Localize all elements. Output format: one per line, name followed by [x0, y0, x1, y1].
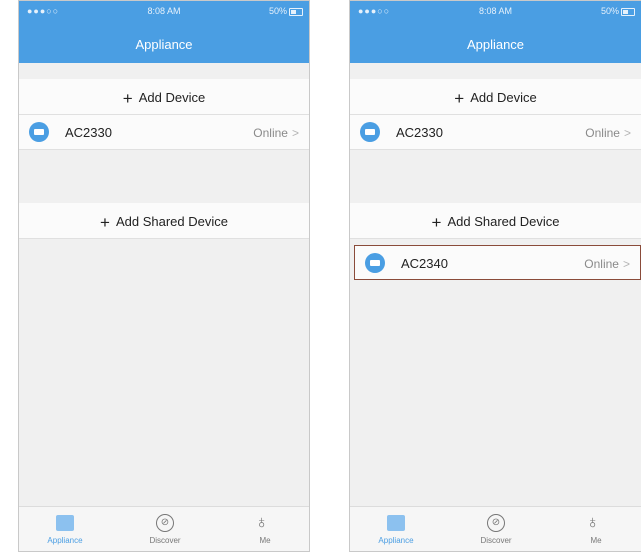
app-header: ●●●○○ 8:08 AM 50% Appliance: [350, 1, 641, 63]
chevron-right-icon: >: [623, 126, 631, 140]
battery-level: 50%: [268, 6, 287, 16]
air-conditioner-icon: [365, 253, 385, 273]
tab-bar: Appliance ⊘ Discover ♁ Me: [19, 506, 309, 551]
status-bar: ●●●○○ 8:08 AM 50%: [19, 5, 309, 21]
battery-icon: [289, 8, 303, 16]
add-shared-device-label: Add Shared Device: [115, 214, 228, 229]
plus-icon: +: [100, 213, 110, 232]
add-device-button[interactable]: + Add Device: [19, 79, 309, 115]
device-status: Online >: [584, 257, 630, 271]
add-device-button[interactable]: + Add Device: [350, 79, 641, 115]
tab-label: Discover: [480, 536, 512, 545]
add-shared-device-button[interactable]: + Add Shared Device: [19, 203, 309, 239]
air-conditioner-icon: [360, 122, 380, 142]
device-name: AC2340: [401, 256, 448, 271]
battery-icon: [621, 8, 635, 16]
add-device-label: Add Device: [138, 90, 206, 105]
content-area: + Add Device AC2330 Online > + Add Shared D…: [19, 63, 309, 507]
add-shared-device-label: Add Shared Device: [447, 214, 560, 229]
tab-me[interactable]: ♁ Me: [556, 511, 636, 545]
air-conditioner-icon: [29, 122, 49, 142]
content-area: + Add Device AC2330 Online > + Add Shared D…: [350, 63, 641, 507]
page-title: Appliance: [135, 37, 193, 52]
status-time: 8:08 AM: [147, 6, 181, 16]
add-shared-device-button[interactable]: + Add Shared Device: [350, 203, 641, 239]
person-icon: ♁: [586, 512, 600, 532]
device-name: AC2330: [65, 125, 112, 140]
device-status: Online >: [253, 126, 299, 140]
person-icon: ♁: [255, 512, 269, 532]
tab-discover[interactable]: ⊘ Discover: [456, 511, 536, 545]
chevron-right-icon: >: [622, 257, 630, 271]
compass-icon: ⊘: [156, 514, 174, 532]
device-name: AC2330: [396, 125, 443, 140]
device-status: Online >: [585, 126, 631, 140]
chevron-right-icon: >: [291, 126, 299, 140]
add-device-label: Add Device: [470, 90, 537, 105]
shared-device-row[interactable]: AC2340 Online >: [354, 245, 641, 280]
compass-icon: ⊘: [487, 514, 505, 532]
tab-label: Me: [259, 536, 271, 545]
tab-appliance[interactable]: Appliance: [25, 511, 105, 545]
app-header: ●●●○○ 8:08 AM 50% Appliance: [19, 1, 309, 63]
plus-icon: +: [454, 89, 465, 108]
appliance-icon: [56, 515, 74, 531]
tab-appliance[interactable]: Appliance: [356, 511, 436, 545]
tab-me[interactable]: ♁ Me: [225, 511, 305, 545]
device-row[interactable]: AC2330 Online >: [19, 115, 309, 150]
phone-screen-after: ●●●○○ 8:08 AM 50% Appliance + Add Device …: [349, 0, 641, 552]
phone-screen-before: ●●●○○ 8:08 AM 50% Appliance + Add Device …: [18, 0, 310, 552]
tab-label: Discover: [149, 536, 181, 545]
tab-bar: Appliance ⊘ Discover ♁ Me: [350, 506, 641, 551]
device-row[interactable]: AC2330 Online >: [350, 115, 641, 150]
tab-label: Appliance: [378, 536, 414, 545]
tab-label: Me: [590, 536, 602, 545]
status-time: 8:08 AM: [478, 6, 513, 16]
tab-discover[interactable]: ⊘ Discover: [125, 511, 205, 545]
page-title: Appliance: [466, 37, 525, 52]
plus-icon: +: [431, 213, 442, 232]
plus-icon: +: [122, 89, 133, 108]
tab-label: Appliance: [47, 536, 83, 545]
appliance-icon: [387, 515, 405, 531]
battery-level: 50%: [600, 6, 619, 16]
status-bar: ●●●○○ 8:08 AM 50%: [350, 5, 641, 21]
